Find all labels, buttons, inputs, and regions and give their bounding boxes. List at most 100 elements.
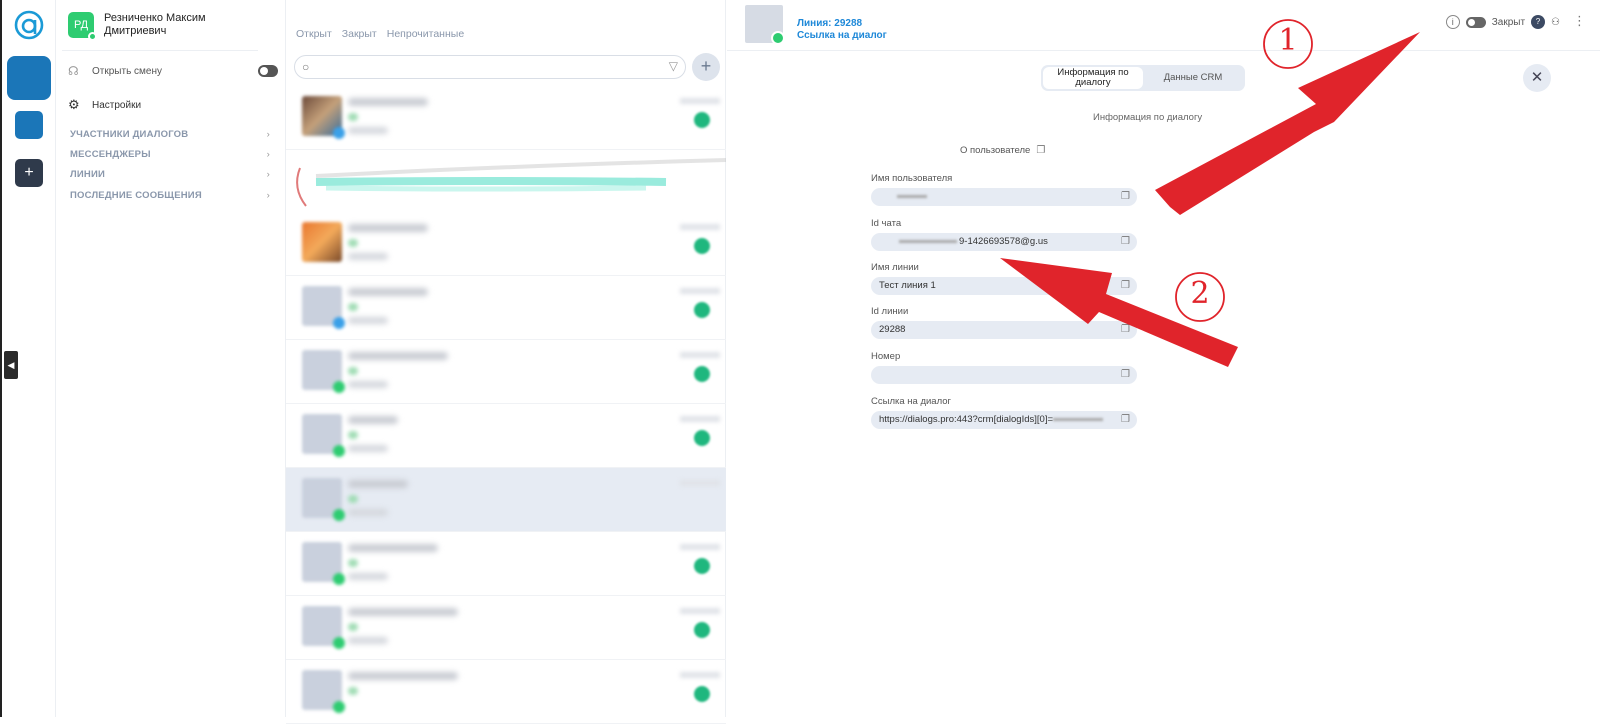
- chat-avatar: [302, 606, 345, 649]
- field-chat-id: Id чата 9-1426693578@g.us ❐: [871, 218, 1137, 251]
- collapse-panel-handle-icon[interactable]: ◀: [4, 351, 18, 379]
- chat-avatar: [302, 222, 342, 262]
- field-label: Имя линии: [871, 262, 919, 273]
- section-label: ЛИНИИ: [70, 169, 106, 180]
- list-item[interactable]: [286, 660, 726, 724]
- tab-open[interactable]: Открыт: [296, 28, 332, 40]
- open-shift-row: ☊ Открыть смену: [68, 64, 278, 78]
- list-item[interactable]: [286, 276, 726, 340]
- section-label: УЧАСТНИКИ ДИАЛОГОВ: [70, 129, 189, 140]
- redacted-value: [899, 239, 957, 243]
- sidebar-section-messengers[interactable]: МЕССЕНДЖЕРЫ ›: [70, 149, 270, 160]
- copy-icon[interactable]: ❐: [1121, 411, 1130, 429]
- sidebar-section-lines[interactable]: ЛИНИИ ›: [70, 169, 270, 180]
- redacted-chat-item[interactable]: [286, 148, 726, 208]
- list-item[interactable]: [286, 596, 726, 660]
- field-label: Id чата: [871, 218, 902, 229]
- copy-icon[interactable]: ❐: [1036, 145, 1045, 156]
- add-workspace-button[interactable]: +: [15, 159, 43, 187]
- chat-avatar: [302, 286, 345, 329]
- help-icon[interactable]: ?: [1531, 15, 1546, 29]
- copy-icon[interactable]: ❐: [1121, 366, 1130, 384]
- dialog-status-label: Закрыт: [1491, 16, 1526, 28]
- filter-icon[interactable]: ▽: [669, 59, 678, 73]
- whatsapp-icon: [771, 31, 785, 45]
- chat-filter-tabs: Открыт Закрыт Непрочитанные: [296, 28, 464, 40]
- chat-avatar: [302, 350, 345, 393]
- chevron-right-icon: ›: [266, 190, 270, 201]
- field-value[interactable]: 9-1426693578@g.us ❐: [871, 233, 1137, 251]
- contact-avatar: [745, 5, 785, 45]
- section-label: ПОСЛЕДНИЕ СООБЩЕНИЯ: [70, 190, 202, 201]
- list-item[interactable]: [286, 340, 726, 404]
- field-label: Имя пользователя: [871, 173, 953, 184]
- field-label: Id линии: [871, 306, 909, 317]
- field-label: Номер: [871, 351, 901, 362]
- close-button[interactable]: ✕: [1523, 64, 1551, 92]
- workspace-tile-secondary[interactable]: [15, 111, 43, 139]
- headset-icon: ☊: [68, 64, 79, 78]
- redacted-value: [897, 194, 927, 198]
- info-icon[interactable]: i: [1445, 15, 1460, 29]
- field-value[interactable]: 29288 ❐: [871, 321, 1137, 339]
- more-menu-icon[interactable]: ⋮: [1573, 13, 1586, 29]
- search-icon: ○: [302, 60, 310, 74]
- field-value[interactable]: ❐: [871, 366, 1137, 384]
- field-line-id: Id линии 29288 ❐: [871, 306, 1137, 339]
- online-status-dot: [88, 32, 97, 41]
- section-title: Информация по диалогу: [1093, 112, 1203, 123]
- chat-avatar: [302, 670, 345, 713]
- chevron-right-icon: ›: [266, 129, 270, 140]
- chat-list-panel: Открыт Закрыт Непрочитанные ○ ▽ +: [286, 0, 726, 724]
- chat-avatar: [302, 96, 345, 139]
- tab-dialog-info[interactable]: Информация по диалогу: [1043, 67, 1143, 89]
- copy-icon[interactable]: ❐: [1121, 188, 1130, 206]
- copy-icon[interactable]: ❐: [1121, 233, 1130, 251]
- chat-avatar: [302, 542, 345, 585]
- list-item[interactable]: [286, 404, 726, 468]
- redacted-value: [1053, 417, 1104, 421]
- about-user-row: О пользователе ❐: [960, 145, 1045, 156]
- list-item[interactable]: [286, 212, 726, 276]
- tab-crm-data[interactable]: Данные CRM: [1143, 67, 1243, 89]
- chat-avatar: [302, 478, 345, 521]
- gear-icon: ⚙: [68, 97, 80, 112]
- header-actions: i Закрыт ? ⚇: [1445, 15, 1560, 29]
- user-profile[interactable]: РД Резниченко Максим Дмитриевич: [68, 12, 234, 41]
- workspace-tile-primary[interactable]: [7, 56, 51, 100]
- line-label[interactable]: Линия: 29288: [797, 18, 862, 29]
- dialog-status-toggle[interactable]: [1465, 16, 1486, 28]
- search-input[interactable]: ○ ▽: [294, 55, 686, 79]
- list-item[interactable]: [286, 468, 726, 532]
- chat-avatar: [302, 414, 345, 457]
- tab-closed[interactable]: Закрыт: [342, 28, 377, 40]
- dialog-info-panel: Линия: 29288 Ссылка на диалог i Закрыт ?…: [727, 0, 1600, 717]
- field-line-name: Имя линии Тест линия 1 ❐: [871, 262, 1137, 295]
- copy-icon[interactable]: ❐: [1121, 321, 1130, 339]
- field-value[interactable]: Тест линия 1 ❐: [871, 277, 1137, 295]
- avatar: РД: [68, 12, 97, 41]
- user-name: Резниченко Максим Дмитриевич: [104, 12, 206, 37]
- list-item[interactable]: [286, 532, 726, 596]
- info-tabs: Информация по диалогу Данные CRM: [1041, 65, 1245, 91]
- sidebar-section-participants[interactable]: УЧАСТНИКИ ДИАЛОГОВ ›: [70, 129, 270, 140]
- field-username: Имя пользователя ❐: [871, 173, 1137, 206]
- field-value[interactable]: https://dialogs.pro:443?crm[dialogIds][0…: [871, 411, 1137, 429]
- sidebar-section-last-messages[interactable]: ПОСЛЕДНИЕ СООБЩЕНИЯ ›: [70, 190, 270, 201]
- chevron-right-icon: ›: [266, 169, 270, 180]
- sidebar-item-settings[interactable]: ⚙ Настройки: [68, 98, 141, 112]
- chevron-right-icon: ›: [266, 149, 270, 160]
- participants-icon[interactable]: ⚇: [1551, 17, 1560, 28]
- dialog-link[interactable]: Ссылка на диалог: [797, 30, 887, 41]
- avatar-initials: РД: [73, 19, 89, 31]
- open-shift-toggle[interactable]: [258, 65, 278, 77]
- field-dialog-link: Ссылка на диалог https://dialogs.pro:443…: [871, 396, 1137, 429]
- field-number: Номер ❐: [871, 351, 1137, 384]
- divider: [727, 50, 1600, 51]
- app-logo-icon[interactable]: [14, 10, 44, 40]
- list-item[interactable]: [286, 86, 726, 150]
- tab-unread[interactable]: Непрочитанные: [387, 28, 464, 40]
- new-chat-button[interactable]: +: [692, 53, 720, 81]
- copy-icon[interactable]: ❐: [1121, 277, 1130, 295]
- field-value[interactable]: ❐: [871, 188, 1137, 206]
